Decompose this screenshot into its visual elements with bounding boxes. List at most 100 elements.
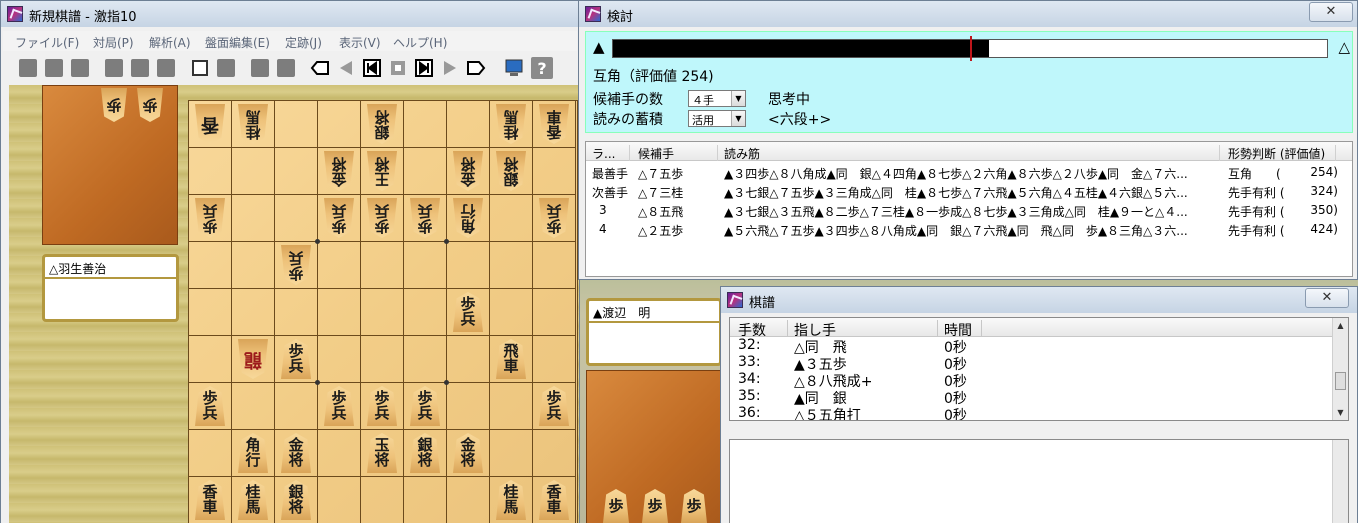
header-move-number[interactable]: 手数 (738, 320, 788, 339)
board-square[interactable] (189, 289, 232, 336)
kifu-row[interactable]: 36: △５五角打 0秒 (730, 405, 1332, 420)
board-piece[interactable]: 歩兵 (367, 198, 397, 238)
header-rank[interactable]: ラ... (592, 145, 630, 161)
save-icon[interactable] (43, 57, 65, 79)
board-square[interactable] (275, 289, 318, 336)
board-piece[interactable]: 金将 (453, 151, 483, 191)
analyze2-icon[interactable] (275, 57, 297, 79)
board-piece[interactable]: 角行 (238, 433, 268, 473)
new-icon[interactable] (17, 57, 39, 79)
sente-hand-pawn[interactable]: 歩 (681, 489, 707, 523)
board-piece[interactable]: 金将 (281, 433, 311, 473)
candidate-row[interactable]: 最善手 △７五歩 ▲３四歩△８八角成▲同 銀△４四角▲８七歩△２六角▲８六歩△２八歩… (586, 162, 1352, 181)
board-piece[interactable]: 飛車 (496, 339, 526, 379)
board-square[interactable] (232, 289, 275, 336)
kifu-row[interactable]: 33: ▲３五歩 0秒 (730, 354, 1332, 373)
last-move-icon[interactable] (465, 57, 487, 79)
monitor-icon[interactable] (503, 57, 525, 79)
analyze-icon[interactable] (249, 57, 271, 79)
chevron-down-icon[interactable]: ▼ (731, 91, 745, 106)
kifu-scrollbar[interactable]: ▲ ▼ (1332, 318, 1348, 420)
board-square[interactable] (447, 336, 490, 383)
board-square[interactable] (490, 430, 533, 477)
board-square[interactable] (447, 383, 490, 430)
kifu-row[interactable]: 35: ▲同 銀 0秒 (730, 388, 1332, 407)
sente-hand-pawn[interactable]: 歩 (603, 489, 629, 523)
board-square[interactable] (533, 148, 576, 195)
candidate-row[interactable]: 次善手 △７三桂 ▲３七銀△７五歩▲３三角成△同 桂▲８七歩△７六飛▲５六角△４五桂… (586, 181, 1352, 200)
board-piece[interactable]: 香車 (539, 480, 569, 520)
board-square[interactable] (318, 336, 361, 383)
board-piece[interactable]: 銀将 (281, 480, 311, 520)
board-piece[interactable]: 王将 (367, 151, 397, 191)
scroll-up-icon[interactable]: ▲ (1333, 318, 1348, 333)
board-square[interactable] (533, 242, 576, 289)
menu-game[interactable]: 対局(P) (93, 34, 134, 51)
board-piece[interactable]: 歩兵 (453, 292, 483, 332)
board-square[interactable] (404, 477, 447, 523)
menu-view[interactable]: 表示(V) (339, 34, 381, 51)
close-icon[interactable]: ✕ (1305, 288, 1349, 308)
toolbar-gray-icon[interactable] (103, 57, 125, 79)
next-icon[interactable] (413, 57, 435, 79)
board-piece[interactable]: 金将 (324, 151, 354, 191)
kifu-row[interactable]: 32: △同 飛 0秒 (730, 337, 1332, 356)
sente-hand-pawn[interactable]: 歩 (642, 489, 668, 523)
menu-help[interactable]: ヘルプ(H) (393, 34, 447, 51)
kifu-titlebar[interactable]: 棋譜 ✕ (721, 287, 1357, 313)
accumulation-select[interactable]: 活用 ▼ (688, 110, 746, 127)
board-square[interactable] (232, 383, 275, 430)
stop-icon[interactable] (387, 57, 409, 79)
board-piece[interactable]: 歩兵 (324, 386, 354, 426)
open-icon[interactable] (69, 57, 91, 79)
kifu-row[interactable]: 34: △８八飛成+ 0秒 (730, 371, 1332, 390)
gote-hand-pawn[interactable]: 歩 (101, 88, 127, 122)
board-piece[interactable]: 桂馬 (238, 104, 268, 144)
chevron-down-icon[interactable]: ▼ (731, 111, 745, 126)
header-judgement[interactable]: 形勢判断 (評価値) (1228, 145, 1336, 161)
board-square[interactable] (404, 289, 447, 336)
board-piece[interactable]: 歩兵 (281, 245, 311, 285)
board-square[interactable] (447, 477, 490, 523)
board-square[interactable] (275, 195, 318, 242)
menu-board-edit[interactable]: 盤面編集(E) (205, 34, 270, 51)
board-square[interactable] (361, 242, 404, 289)
board-square[interactable] (361, 289, 404, 336)
board-piece[interactable]: 歩兵 (367, 386, 397, 426)
board-square[interactable] (404, 336, 447, 383)
board-square[interactable] (404, 148, 447, 195)
board-piece[interactable]: 香車 (539, 104, 569, 144)
board-square[interactable] (318, 430, 361, 477)
board-square[interactable] (447, 242, 490, 289)
forward-icon[interactable] (439, 57, 461, 79)
board-piece[interactable]: 銀将 (496, 151, 526, 191)
scroll-thumb[interactable] (1335, 372, 1346, 390)
menu-joseki[interactable]: 定跡(J) (285, 34, 322, 51)
board-square[interactable] (318, 242, 361, 289)
board-piece[interactable]: 玉将 (367, 433, 397, 473)
board-square[interactable] (490, 195, 533, 242)
header-move[interactable]: 指し手 (794, 320, 938, 339)
header-line[interactable]: 読み筋 (724, 145, 1220, 161)
board-square[interactable] (533, 336, 576, 383)
candidate-row[interactable]: 4 △２五歩 ▲５六飛△７五歩▲３四歩△８八角成▲同 銀△７六飛▲同 飛△同 歩▲８… (586, 219, 1352, 238)
shogi-board[interactable]: 香桂馬銀将桂馬香車金将王将金将銀将歩兵歩兵歩兵歩兵角行歩兵歩兵歩兵龍歩兵飛車歩兵… (188, 100, 578, 523)
board-piece[interactable]: 歩兵 (539, 386, 569, 426)
board-square[interactable] (447, 101, 490, 148)
candidate-row[interactable]: 3 △８五飛 ▲３七銀△３五飛▲８二歩△７三桂▲８一歩成△８七歩▲３三角成△同 桂▲… (586, 200, 1352, 219)
menu-analysis[interactable]: 解析(A) (149, 34, 191, 51)
board-piece[interactable]: 桂馬 (496, 104, 526, 144)
board-piece[interactable]: 龍 (238, 339, 268, 379)
board-square[interactable] (533, 289, 576, 336)
kifu-move-list[interactable]: 手数 指し手 時間 32: △同 飛 0秒 33: ▲３五歩 0秒 34: △８八飛成+ 0秒 3… (729, 317, 1349, 421)
gote-hand-pawn[interactable]: 歩 (137, 88, 163, 122)
board-square[interactable] (318, 289, 361, 336)
board-square[interactable] (232, 148, 275, 195)
board-piece[interactable]: 歩兵 (410, 198, 440, 238)
board-piece[interactable]: 歩兵 (195, 386, 225, 426)
board-piece[interactable]: 金将 (453, 433, 483, 473)
board-square[interactable] (318, 477, 361, 523)
board-square[interactable] (490, 383, 533, 430)
header-move[interactable]: 候補手 (638, 145, 718, 161)
board-square[interactable] (533, 430, 576, 477)
